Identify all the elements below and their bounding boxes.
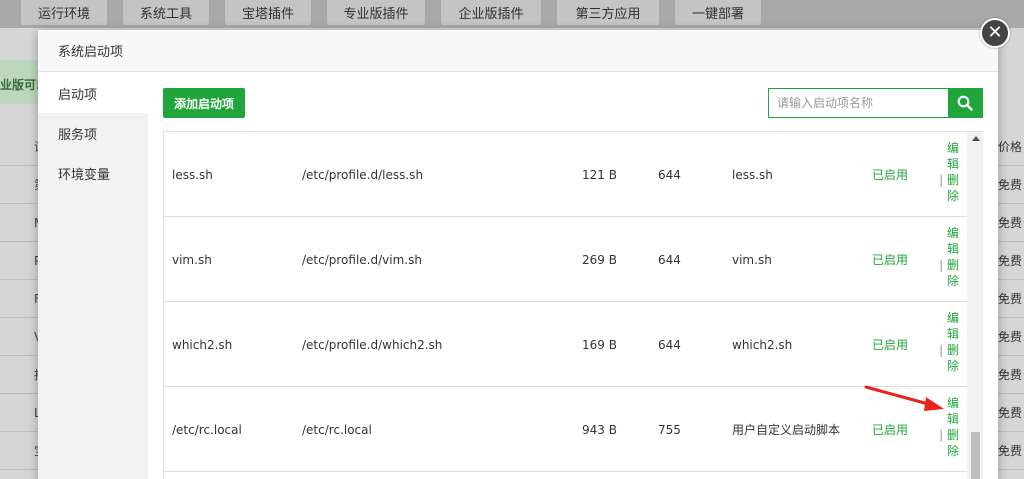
edit-link-part[interactable]: 编 bbox=[937, 140, 959, 156]
bg-tab-system-tools[interactable]: 系统工具 bbox=[122, 0, 210, 26]
startup-items-modal: 系统启动项 启动项 服务项 环境变量 添加启动项 less.sh /etc/pr… bbox=[38, 30, 998, 479]
search-button[interactable] bbox=[948, 89, 982, 117]
delete-link-part[interactable]: 删 bbox=[947, 343, 959, 357]
row-actions: 编 辑 | 删 除 bbox=[937, 310, 959, 374]
cell-remark: vim.sh bbox=[732, 252, 772, 267]
actions-separator: | 删 bbox=[939, 343, 959, 357]
bg-price-cell: 免费 bbox=[998, 242, 1024, 280]
cell-path: /etc/profile.d/less.sh bbox=[302, 167, 424, 182]
delete-link-part[interactable]: 除 bbox=[937, 358, 959, 374]
actions-separator: | 删 bbox=[939, 258, 959, 272]
edit-link-part[interactable]: 编 bbox=[937, 225, 959, 241]
row-actions: 编 辑 | 删 除 bbox=[937, 225, 959, 289]
bg-left-column: 设 第 M P F V 推 L 宝 bbox=[0, 128, 38, 470]
table-row: less.sh /etc/profile.d/less.sh 121 B 644… bbox=[164, 132, 967, 217]
nav-item-env-vars[interactable]: 环境变量 bbox=[38, 153, 148, 193]
nav-item-label: 环境变量 bbox=[58, 167, 111, 183]
edit-link-part[interactable]: 辑 bbox=[937, 156, 959, 172]
cell-size: 943 B bbox=[582, 422, 617, 437]
nav-item-startup[interactable]: 启动项 bbox=[38, 73, 148, 113]
cell-name: vim.sh bbox=[172, 252, 212, 267]
table-row: /etc/rc.local /etc/rc.local 943 B 755 用户… bbox=[164, 387, 967, 472]
bg-tab-third-party[interactable]: 第三方应用 bbox=[556, 0, 660, 26]
nav-item-label: 启动项 bbox=[58, 87, 98, 103]
bg-tab-enterprise-plugins[interactable]: 企业版插件 bbox=[440, 0, 542, 26]
startup-table: less.sh /etc/profile.d/less.sh 121 B 644… bbox=[163, 131, 983, 479]
actions-separator: | 删 bbox=[939, 173, 959, 187]
table-row: which2.sh /etc/profile.d/which2.sh 169 B… bbox=[164, 302, 967, 387]
bg-left-cell: 第 bbox=[0, 166, 38, 204]
modal-side-nav: 启动项 服务项 环境变量 bbox=[38, 73, 148, 479]
bg-price-cell: 免费 bbox=[998, 432, 1024, 470]
nav-item-services[interactable]: 服务项 bbox=[38, 113, 148, 153]
delete-link-part[interactable]: 除 bbox=[937, 443, 959, 459]
bg-price-column: 价格 免费 免费 免费 免费 免费 免费 免费 免费 bbox=[998, 128, 1024, 470]
cell-path: /etc/profile.d/which2.sh bbox=[302, 337, 443, 352]
nav-item-label: 服务项 bbox=[58, 127, 98, 143]
actions-separator: | 删 bbox=[939, 428, 959, 442]
bg-price-cell: 免费 bbox=[998, 394, 1024, 432]
bg-left-cell: M bbox=[0, 204, 38, 242]
cell-permission: 644 bbox=[658, 167, 681, 182]
cell-name: which2.sh bbox=[172, 337, 233, 352]
cell-permission: 755 bbox=[658, 422, 681, 437]
delete-link-part[interactable]: 删 bbox=[947, 173, 959, 187]
bg-tab-bt-plugins[interactable]: 宝塔插件 bbox=[224, 0, 312, 26]
bg-left-cell: 宝 bbox=[0, 432, 38, 470]
edit-link-part[interactable]: 编 bbox=[937, 310, 959, 326]
delete-link-part[interactable]: 除 bbox=[937, 188, 959, 204]
delete-link-part[interactable]: 删 bbox=[947, 428, 959, 442]
table-row: vim.sh /etc/profile.d/vim.sh 269 B 644 v… bbox=[164, 217, 967, 302]
table-scrollbar[interactable] bbox=[967, 132, 983, 479]
red-arrow-annotation-icon bbox=[864, 385, 944, 411]
bg-price-cell: 免费 bbox=[998, 166, 1024, 204]
bg-left-cell: L bbox=[0, 394, 38, 432]
status-badge: 已启用 bbox=[872, 338, 909, 352]
cell-remark: 用户自定义启动脚本 bbox=[732, 423, 841, 437]
bg-tab-pro-plugins[interactable]: 专业版插件 bbox=[326, 0, 426, 26]
cell-name: /etc/rc.local bbox=[172, 422, 242, 437]
bg-price-cell: 免费 bbox=[998, 318, 1024, 356]
cell-permission: 644 bbox=[658, 252, 681, 267]
status-badge: 已启用 bbox=[872, 253, 909, 267]
bg-tab-one-click-deploy[interactable]: 一键部署 bbox=[674, 0, 762, 26]
bg-price-cell: 免费 bbox=[998, 204, 1024, 242]
modal-header: 系统启动项 bbox=[38, 30, 998, 72]
bg-left-cell: 推 bbox=[0, 356, 38, 394]
bg-left-cell: 设 bbox=[0, 128, 38, 166]
row-actions: 编 辑 | 删 除 bbox=[937, 140, 959, 204]
cell-size: 269 B bbox=[582, 252, 617, 267]
cell-size: 121 B bbox=[582, 167, 617, 182]
scroll-up-arrow-icon[interactable] bbox=[972, 136, 980, 141]
cell-name: less.sh bbox=[172, 167, 213, 182]
cell-permission: 644 bbox=[658, 337, 681, 352]
bg-price-cell: 免费 bbox=[998, 356, 1024, 394]
bg-left-cell: F bbox=[0, 280, 38, 318]
delete-link-part[interactable]: 删 bbox=[947, 258, 959, 272]
bg-left-cell: P bbox=[0, 242, 38, 280]
edit-link-part[interactable]: 辑 bbox=[937, 241, 959, 257]
search-icon bbox=[957, 95, 973, 111]
bg-price-header: 价格 bbox=[998, 128, 1024, 166]
delete-link-part[interactable]: 除 bbox=[937, 273, 959, 289]
bg-left-cell: V bbox=[0, 318, 38, 356]
cell-path: /etc/rc.local bbox=[302, 422, 372, 437]
cell-remark: less.sh bbox=[732, 167, 773, 182]
startup-content: 添加启动项 less.sh /etc/profile.d/less.sh 121… bbox=[163, 73, 983, 479]
background-top-nav: 运行环境 系统工具 宝塔插件 专业版插件 企业版插件 第三方应用 一键部署 bbox=[0, 0, 1024, 28]
add-startup-button[interactable]: 添加启动项 bbox=[163, 88, 246, 118]
scroll-thumb[interactable] bbox=[971, 432, 980, 479]
status-badge: 已启用 bbox=[872, 168, 909, 182]
cell-size: 169 B bbox=[582, 337, 617, 352]
bg-price-cell: 免费 bbox=[998, 280, 1024, 318]
cell-path: /etc/profile.d/vim.sh bbox=[302, 252, 422, 267]
search-box bbox=[768, 88, 983, 118]
bg-tab-runtime[interactable]: 运行环境 bbox=[20, 0, 108, 26]
search-input[interactable] bbox=[769, 89, 948, 117]
modal-title: 系统启动项 bbox=[58, 45, 124, 60]
close-icon[interactable]: ✕ bbox=[980, 18, 1010, 48]
cell-remark: which2.sh bbox=[732, 337, 793, 352]
edit-link-part[interactable]: 辑 bbox=[937, 326, 959, 342]
